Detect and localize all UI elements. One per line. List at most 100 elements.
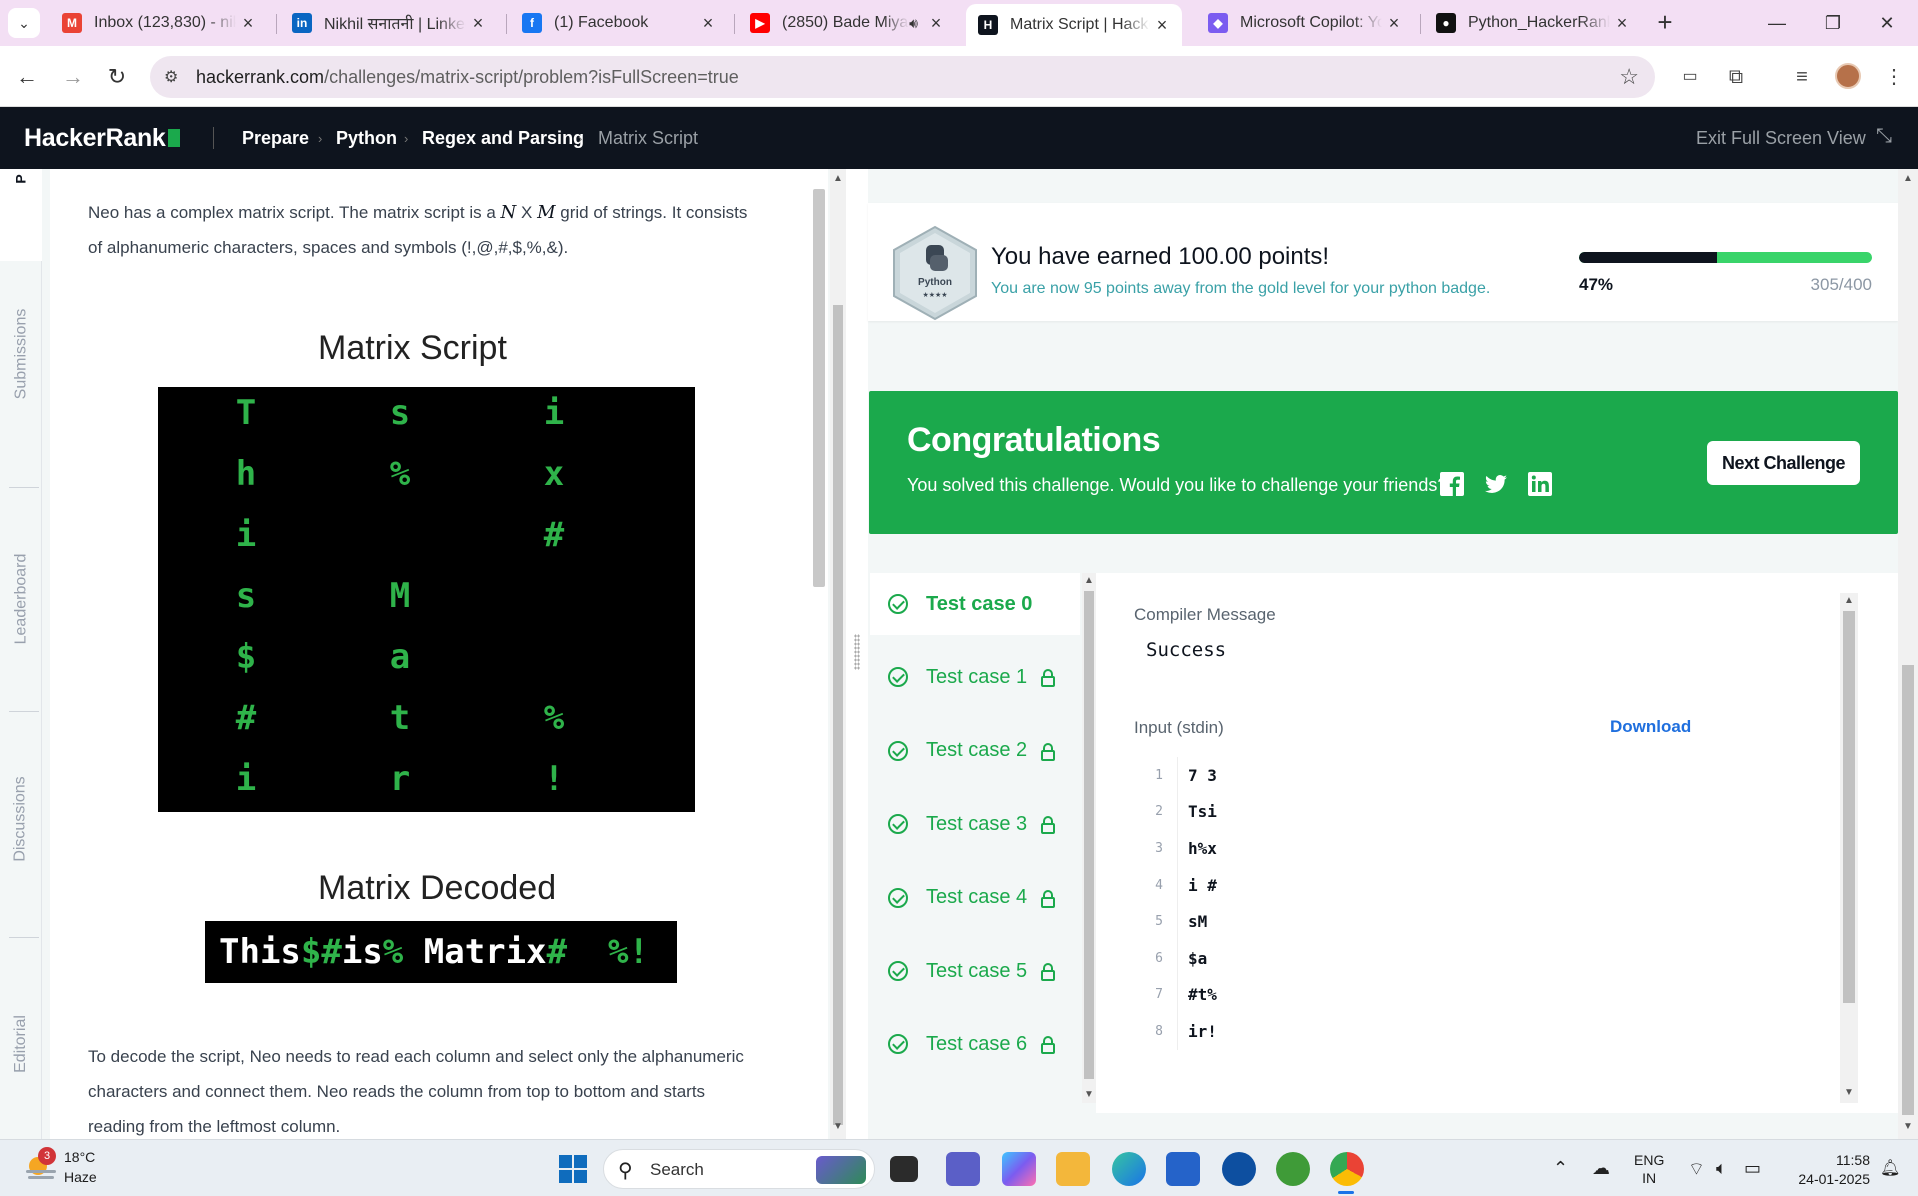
volume-icon[interactable]: 🔈︎ <box>1716 1158 1727 1179</box>
minimize-window-icon[interactable]: — <box>1752 8 1802 38</box>
problem-scrollbar[interactable]: ▲ ▼ <box>830 169 846 1139</box>
bookmark-star-icon[interactable]: ☆ <box>1619 64 1639 90</box>
windows-start-icon[interactable] <box>556 1152 590 1186</box>
address-bar[interactable]: ⚙ hackerrank.com/challenges/matrix-scrip… <box>150 56 1655 98</box>
matrix-cell: t <box>389 698 411 738</box>
media-control-icon[interactable]: ≡ <box>1788 63 1816 91</box>
scroll-up-icon[interactable]: ▲ <box>1840 595 1858 606</box>
next-challenge-button[interactable]: Next Challenge <box>1707 441 1860 485</box>
close-tab-icon[interactable]: × <box>466 13 490 34</box>
hackerrank-logo[interactable]: HackerRank <box>24 124 180 153</box>
matrix-figure-title: Matrix Script <box>318 329 507 367</box>
scroll-up-icon[interactable]: ▲ <box>830 173 846 184</box>
test-case-item[interactable]: Test case 1 <box>870 646 1080 708</box>
copilot-app-icon[interactable] <box>1002 1152 1036 1186</box>
problem-inner-scrollbar[interactable] <box>810 169 828 1139</box>
browser-tab[interactable]: ◆ Microsoft Copilot: Yo × <box>1196 6 1414 40</box>
breadcrumb-prepare[interactable]: Prepare <box>242 128 309 149</box>
weather-condition[interactable]: Haze <box>64 1169 97 1185</box>
back-icon[interactable]: ← <box>12 62 42 92</box>
system-clock[interactable]: 11:58 24-01-2025 <box>1778 1151 1870 1189</box>
tab-discussions[interactable]: Discussions <box>0 739 42 899</box>
scroll-down-icon[interactable]: ▼ <box>1840 1087 1858 1098</box>
stdin-line: 3 h%x <box>1134 830 1694 867</box>
close-tab-icon[interactable]: × <box>1382 13 1406 34</box>
browser-tab[interactable]: f (1) Facebook × <box>510 6 728 40</box>
url-text[interactable]: hackerrank.com/challenges/matrix-script/… <box>196 67 739 88</box>
tab-submissions[interactable]: Submissions <box>0 279 42 429</box>
microsoft-store-icon[interactable] <box>1166 1152 1200 1186</box>
dell-icon[interactable] <box>1222 1152 1256 1186</box>
tab-search-dropdown-icon[interactable]: ⌄ <box>8 8 40 38</box>
forward-icon[interactable]: → <box>58 62 88 92</box>
cast-icon[interactable]: ▭ <box>1676 63 1704 91</box>
close-tab-icon[interactable]: × <box>1610 13 1634 34</box>
edge-icon[interactable] <box>1112 1152 1146 1186</box>
copilot-icon: ◆ <box>1208 13 1228 33</box>
wifi-icon[interactable]: ⌔ <box>1688 1158 1705 1181</box>
test-case-item[interactable]: Test case 0 <box>870 573 1080 635</box>
new-tab-button[interactable]: + <box>1650 8 1680 38</box>
teams-icon[interactable] <box>946 1152 980 1186</box>
exit-fullscreen-link[interactable]: Exit Full Screen View <box>1696 128 1866 149</box>
browser-tab[interactable]: H Matrix Script | Hacke × <box>966 4 1182 46</box>
file-explorer-icon[interactable] <box>1056 1152 1090 1186</box>
facebook-share-icon[interactable] <box>1439 471 1465 497</box>
download-link[interactable]: Download <box>1610 717 1691 737</box>
page-scrollbar[interactable]: ▲ ▼ <box>1898 169 1918 1139</box>
browser-tab[interactable]: ● Python_HackerRank/× <box>1424 6 1642 40</box>
breadcrumb-regex[interactable]: Regex and Parsing <box>422 128 584 149</box>
matrix-cell: ! <box>543 759 565 799</box>
problem-tab[interactable]: P <box>0 169 42 261</box>
test-case-item[interactable]: Test case 4 <box>870 867 1080 929</box>
extensions-icon[interactable]: ⧉ <box>1722 63 1750 91</box>
tab-title: Python_HackerRank/ <box>1468 14 1610 31</box>
breadcrumb-python[interactable]: Python <box>336 128 397 149</box>
test-case-item[interactable]: Test case 3 <box>870 793 1080 855</box>
collapse-arrows-icon[interactable]: ⤡ <box>1876 125 1892 148</box>
notifications-icon[interactable]: 🔔︎ <box>1880 1158 1900 1178</box>
test-case-item[interactable]: Test case 6 <box>870 1013 1080 1075</box>
tab-editorial[interactable]: Editorial <box>0 969 42 1119</box>
scroll-up-icon[interactable]: ▲ <box>1082 575 1096 586</box>
close-tab-icon[interactable]: × <box>236 13 260 34</box>
close-window-icon[interactable]: ✕ <box>1862 8 1912 38</box>
profile-avatar[interactable] <box>1835 63 1861 89</box>
reload-icon[interactable]: ↻ <box>102 62 132 92</box>
task-view-icon[interactable] <box>890 1156 918 1182</box>
scroll-down-icon[interactable]: ▼ <box>1898 1121 1918 1132</box>
testcase-scrollbar[interactable]: ▲ ▼ <box>1082 573 1096 1103</box>
scroll-down-icon[interactable]: ▼ <box>830 1121 846 1132</box>
twitter-share-icon[interactable] <box>1483 471 1509 497</box>
taskbar-search[interactable]: ⚲ Search <box>603 1149 875 1189</box>
weather-temperature[interactable]: 18°C <box>64 1149 95 1165</box>
show-hidden-icons-icon[interactable]: ⌃ <box>1553 1158 1568 1179</box>
browser-tab[interactable]: M Inbox (123,830) - nikl × <box>50 6 268 40</box>
close-tab-icon[interactable]: × <box>696 13 720 34</box>
site-info-icon[interactable]: ⚙ <box>164 67 178 87</box>
close-tab-icon[interactable]: × <box>924 13 948 34</box>
close-tab-icon[interactable]: × <box>1150 15 1174 36</box>
tab-leaderboard[interactable]: Leaderboard <box>0 519 42 679</box>
breadcrumb-chevron-icon: › <box>318 131 323 146</box>
utorrent-icon[interactable] <box>1276 1152 1310 1186</box>
linkedin-share-icon[interactable] <box>1527 471 1553 497</box>
tab-audio-icon[interactable]: 🔊︎ <box>909 15 918 32</box>
chrome-icon[interactable] <box>1330 1152 1364 1186</box>
browser-menu-icon[interactable]: ⋮ <box>1880 63 1908 91</box>
output-scrollbar[interactable]: ▲ ▼ <box>1840 593 1858 1103</box>
panel-resize-handle[interactable] <box>846 169 868 1139</box>
restore-window-icon[interactable]: ❐ <box>1808 8 1858 38</box>
language-indicator[interactable]: ENG IN <box>1634 1151 1664 1187</box>
check-circle-icon <box>888 814 908 835</box>
scroll-up-icon[interactable]: ▲ <box>1898 173 1918 184</box>
scroll-down-icon[interactable]: ▼ <box>1082 1089 1096 1100</box>
points-earned-text: You have earned 100.00 points! <box>991 243 1330 270</box>
browser-tab[interactable]: ▶ (2850) Bade Miya 🔊︎ × <box>738 6 956 40</box>
weather-alert-badge: 3 <box>38 1147 56 1165</box>
browser-tab[interactable]: in Nikhil सनातनी | Linked × <box>280 6 498 40</box>
test-case-item[interactable]: Test case 2 <box>870 720 1080 782</box>
battery-icon[interactable]: ▭ <box>1744 1158 1761 1179</box>
test-case-item[interactable]: Test case 5 <box>870 940 1080 1002</box>
onedrive-icon[interactable]: ☁ <box>1592 1158 1610 1179</box>
